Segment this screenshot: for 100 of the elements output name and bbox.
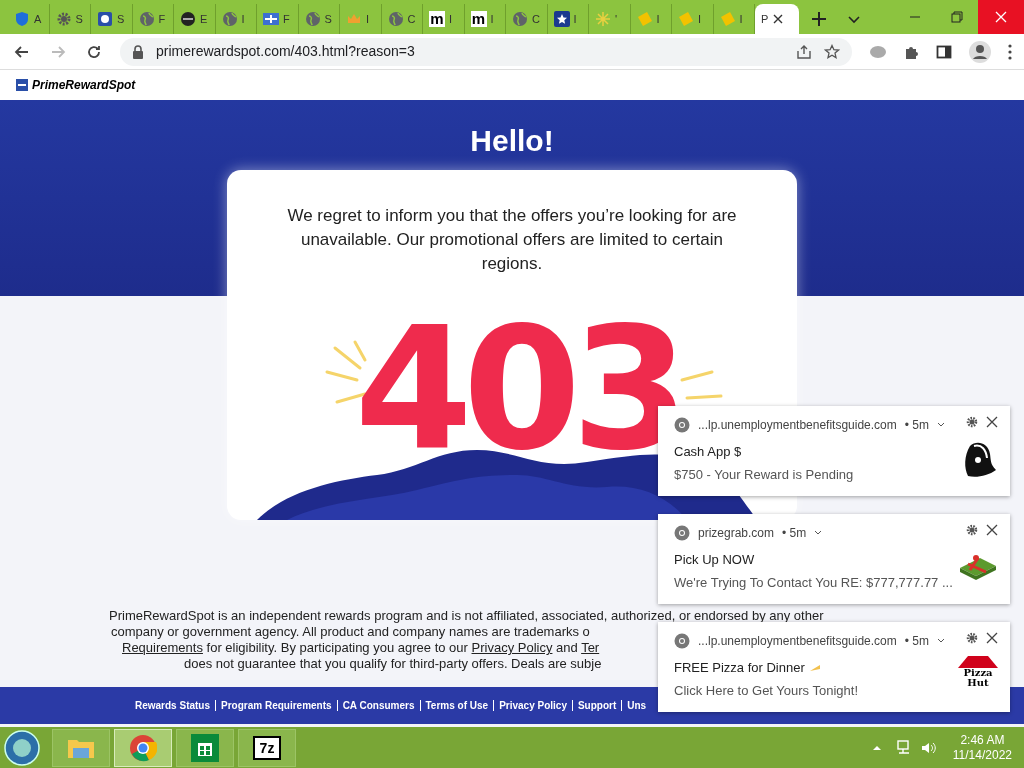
footer-link[interactable]: Support (577, 698, 617, 713)
clock-date: 11/14/2022 (952, 747, 1012, 763)
disclaimer-text: does not guarantee that you qualify for third-party offers. Deals are subje (183, 656, 602, 672)
page-heading: Hello! (470, 123, 554, 159)
notification-title: Cash App $ (674, 444, 742, 461)
letter-logo-icon: m (470, 11, 487, 27)
tray-arrow-icon[interactable] (872, 743, 881, 752)
tab-title: E (200, 11, 208, 27)
store-icon (191, 733, 219, 762)
ticket-icon (719, 11, 736, 27)
globe-icon (304, 11, 321, 27)
tab-title: P (761, 11, 769, 27)
tab-title: I (656, 11, 660, 27)
bookmark[interactable]: PrimeRewardSpot (16, 76, 136, 94)
footer-link[interactable]: Privacy Policy (499, 698, 567, 713)
notification-source: prizegrab.com (698, 525, 775, 542)
notification-title: Pick Up NOW (674, 551, 755, 569)
message-text: We regret to inform you that the offers you’re looking for are unavailable. Our promotional offers are limited to certain regions. (287, 205, 737, 275)
close-icon (995, 11, 1007, 23)
share-icon[interactable] (796, 43, 812, 60)
notification-title: FREE Pizza for Dinner (674, 659, 805, 677)
notification-body: $750 - Your Reward is Pending (674, 465, 855, 484)
disclaimer-text: Requirements for eligibility. By participating you agree to our Privacy Policy and Ter (121, 640, 600, 656)
bookmark-favicon-icon (16, 79, 28, 91)
start-button[interactable] (4, 729, 40, 766)
notification-source: ...lp.unemploymentbenefitsguide.com (698, 633, 897, 650)
tab-title: S (117, 11, 125, 27)
disclaimer-link[interactable]: Requirements (122, 640, 203, 655)
ticket-icon (636, 11, 653, 27)
browser-logo-icon (674, 633, 690, 649)
circle-logo-icon (180, 11, 196, 27)
close-icon[interactable] (772, 13, 785, 25)
footer-link[interactable]: CA Consumers (342, 698, 415, 713)
flag-icon (263, 11, 279, 27)
chevron-down-icon[interactable] (814, 529, 823, 537)
disclaimer-link[interactable]: Privacy Policy (471, 640, 553, 655)
chrome-icon (129, 733, 157, 762)
tab-title: ' (615, 11, 618, 27)
address-field[interactable]: primerewardspot.com/403.html?reason=3 (120, 37, 852, 66)
notification-age: • 5m (904, 417, 929, 434)
close-icon[interactable] (986, 416, 998, 428)
shield-icon (14, 11, 30, 27)
gear-icon (55, 11, 72, 27)
notification-age: • 5m (904, 633, 929, 650)
settings-icon[interactable] (966, 524, 978, 536)
pizza-logo: Pizza Hut (958, 656, 998, 688)
profile-icon[interactable] (968, 39, 992, 64)
tab-title: S (75, 11, 83, 27)
taskbar-app[interactable] (176, 728, 234, 767)
notification-card[interactable]: ...lp.unemploymentbenefitsguide.com • 5m FREE Pizza for Dinner Click Here to Get Yours Tonight! Pizza Hut (658, 622, 1010, 712)
notification-source: ...lp.unemploymentbenefitsguide.com (698, 417, 897, 434)
notification-card[interactable]: prizegrab.com • 5m Pick Up NOW We're Trying To Contact You RE: $777,777.77 ... (658, 514, 1010, 604)
tab-title: I (573, 11, 577, 27)
globe-icon (138, 11, 155, 27)
browser-logo-icon (674, 525, 690, 541)
tab-title: A (34, 11, 42, 27)
star-icon[interactable] (824, 43, 840, 60)
tab-title: F (283, 11, 290, 27)
tab-title: S (324, 11, 332, 27)
footer-link[interactable]: Terms of Use (425, 698, 489, 713)
close-icon[interactable] (986, 632, 998, 644)
tab-title: I (449, 11, 453, 27)
notification-card[interactable]: ...lp.unemploymentbenefitsguide.com • 5m Cash App $ $750 - Your Reward is Pending (658, 406, 1010, 496)
tab-title: I (739, 11, 743, 27)
settings-icon[interactable] (966, 632, 978, 644)
disclaimer-text: company or government agency. All product and company names are trademarks o (110, 624, 590, 640)
tab-title: I (490, 11, 494, 27)
footer-link[interactable]: Uns (627, 698, 647, 713)
url-text: primerewardspot.com/403.html?reason=3 (156, 42, 415, 61)
clock-time: 2:46 AM (960, 732, 1005, 748)
bell-icon (962, 440, 998, 480)
close-icon[interactable] (986, 524, 998, 536)
browser-tab[interactable]: P (755, 4, 799, 34)
globe-icon (512, 11, 528, 27)
chevron-down-icon[interactable] (937, 421, 945, 429)
tab-title: I (366, 11, 370, 27)
restore-icon (951, 11, 963, 23)
globe-icon (387, 11, 404, 27)
menu-icon[interactable] (1008, 43, 1012, 60)
tab-title: I (241, 11, 245, 27)
disclaimer-link[interactable]: Ter (581, 640, 600, 655)
archive-logo: 7z (253, 735, 281, 760)
sparkle-icon (595, 11, 611, 27)
taskbar-app[interactable]: 7z (238, 728, 296, 767)
side-panel-icon[interactable] (936, 43, 952, 60)
star-icon (553, 11, 570, 27)
notification-body: Click Here to Get Yours Tonight! (674, 681, 860, 700)
settings-icon[interactable] (966, 416, 978, 428)
letter-logo-icon: m (429, 11, 445, 27)
lock-icon (132, 43, 144, 60)
disclaimer-text: PrimeRewardSpot is an independent rewards program and is not affiliated, associated, authorized, or endorsed by any other (109, 608, 824, 624)
ticket-icon (678, 11, 694, 27)
notification-body: We're Trying To Contact You RE: $777,777.77 ... (674, 573, 954, 592)
footer-link[interactable]: Rewards Status (135, 698, 211, 713)
new-tab-icon[interactable] (811, 11, 827, 27)
tab-title: C (532, 11, 540, 27)
footer-link[interactable]: Program Requirements (221, 698, 332, 713)
badge-icon (97, 11, 113, 27)
chevron-down-icon[interactable] (937, 637, 945, 645)
tab-title: F (158, 11, 166, 27)
